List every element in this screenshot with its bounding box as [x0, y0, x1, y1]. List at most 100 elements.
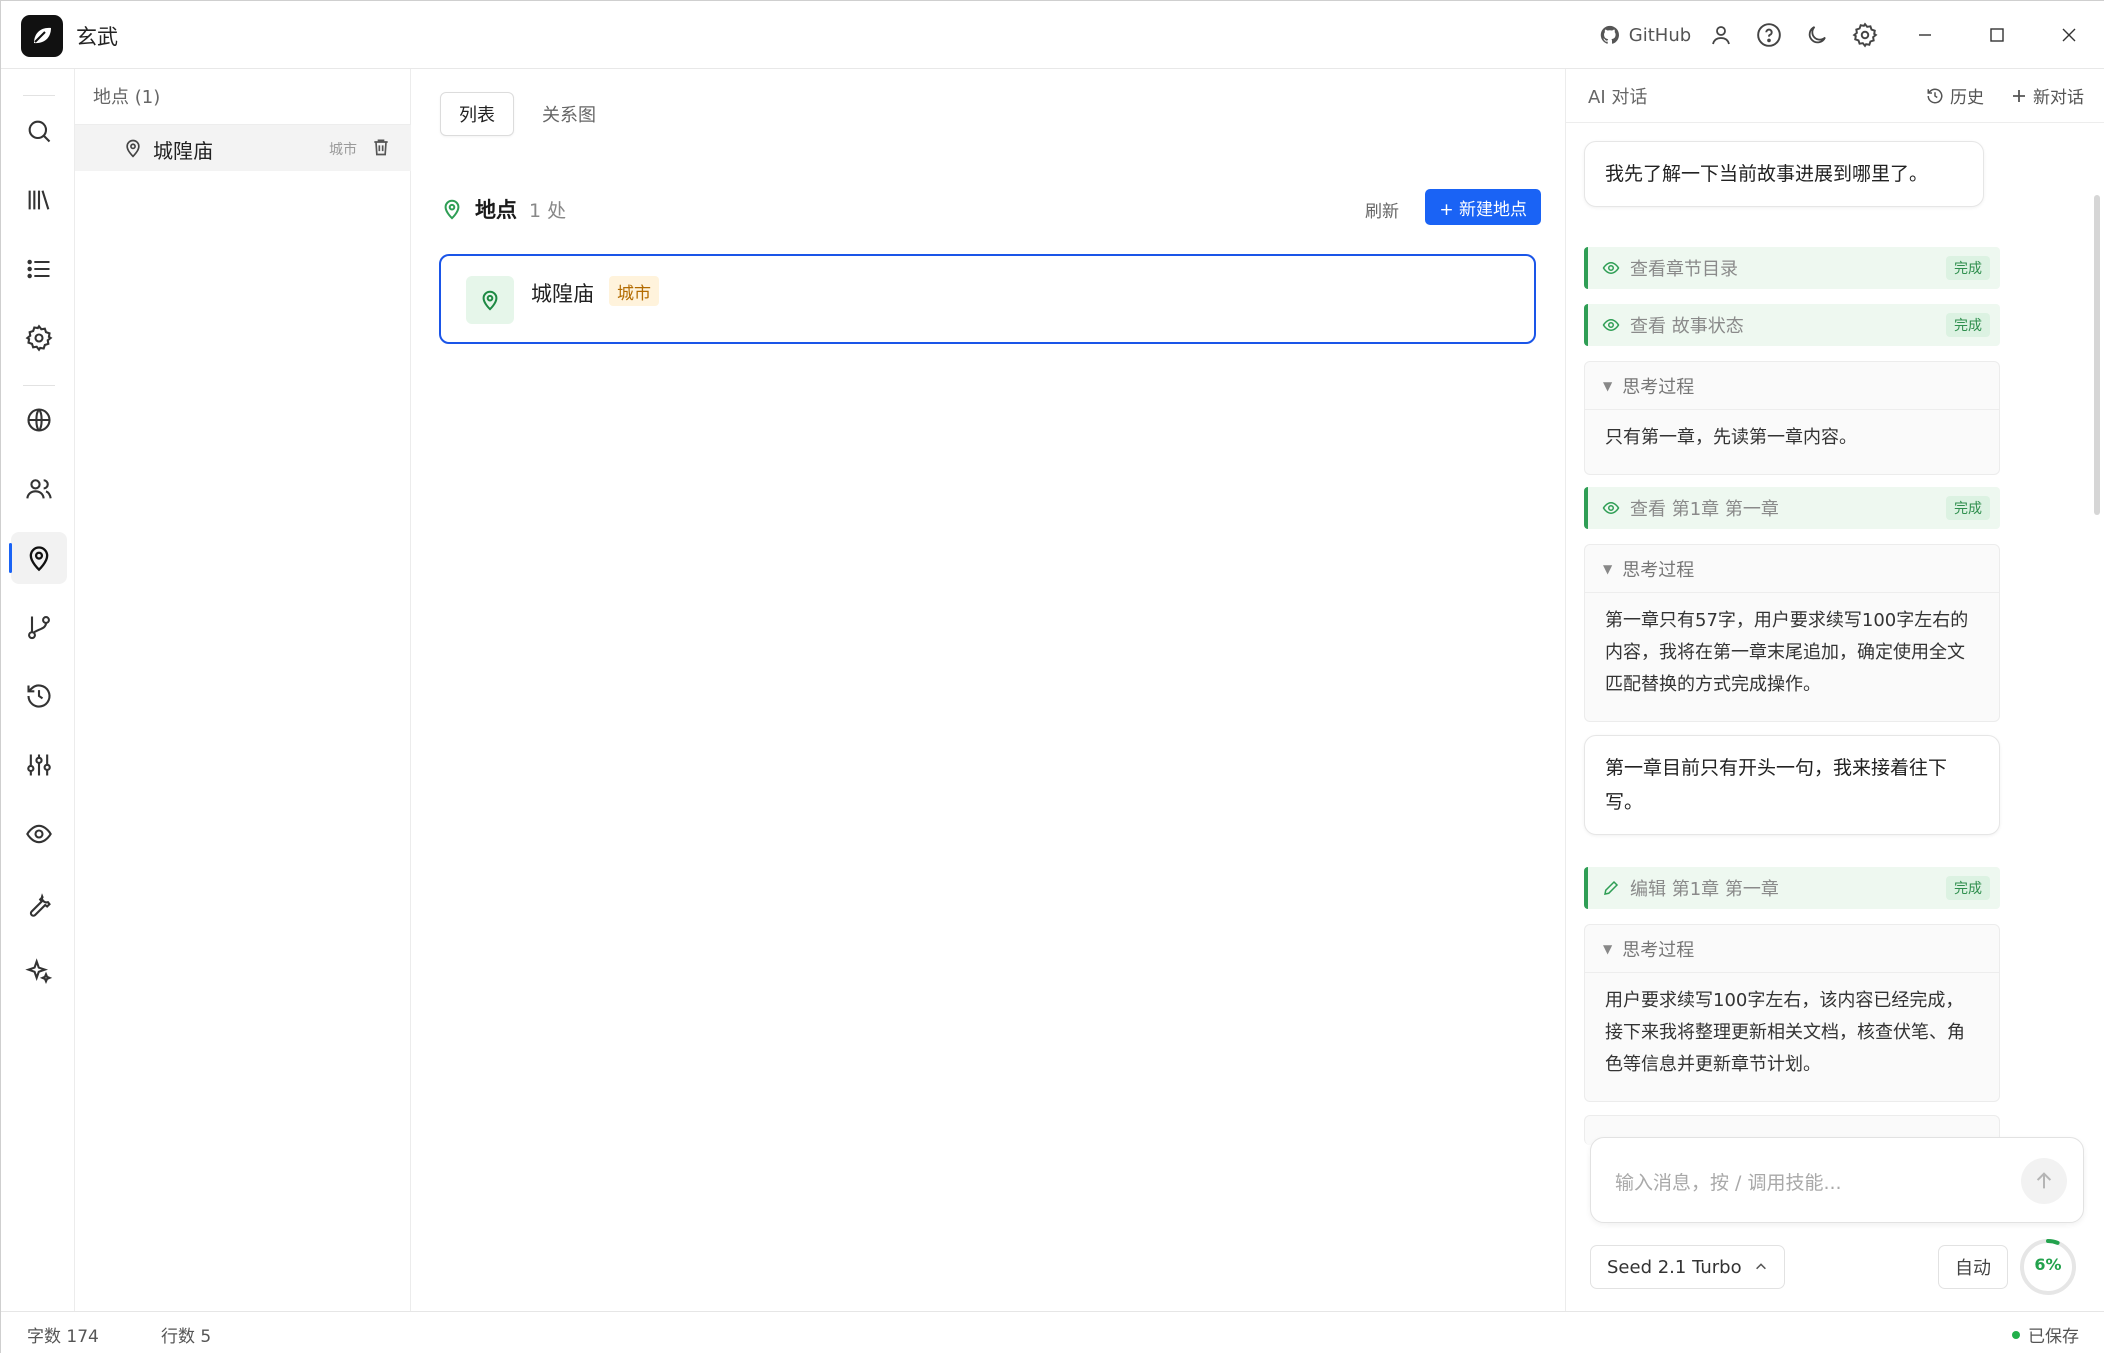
thinking-block: ▼ 思考过程 用户要求续写100字左右，该内容已经完成，接下来我将整理更新相关文档… [1584, 924, 2000, 1102]
thinking-toggle[interactable]: ▼ 思考过程 [1585, 925, 1999, 973]
sidebar-header: 地点 (1) [93, 87, 161, 108]
locations-sidebar: 地点 (1) 城隍庙 城市 [75, 69, 411, 1311]
word-count: 字数 174 [27, 1327, 99, 1347]
maximize-button[interactable] [1961, 1, 2033, 69]
main-content: 列表 关系图 地点 1 处 刷新 + 新建地点 城隍庙 城市 [411, 69, 1565, 1311]
tab-relation-graph[interactable]: 关系图 [524, 92, 614, 136]
status-badge: 完成 [1946, 876, 1990, 900]
title-bar-actions: GitHub [1593, 1, 2104, 69]
sidebar-item-location[interactable]: 城隍庙 城市 [75, 125, 411, 171]
active-indicator [9, 543, 12, 573]
caret-down-icon: ▼ [1603, 561, 1613, 576]
activity-bar [1, 69, 75, 1311]
message-input-placeholder: 输入消息，按 / 调用技能... [1615, 1172, 1842, 1194]
moon-icon [1808, 26, 1826, 44]
send-button[interactable] [2021, 1158, 2067, 1204]
tool-call-label: 编辑 第1章 第一章 [1630, 879, 1779, 900]
library-icon [28, 190, 50, 210]
message-input[interactable]: 输入消息，按 / 调用技能... [1590, 1137, 2084, 1223]
plot-nav[interactable] [11, 601, 67, 653]
sparkles-icon [25, 958, 53, 984]
status-bar: 字数 174 行数 5 已保存 [1, 1311, 2104, 1353]
location-type: 城市 [329, 142, 357, 158]
history-icon [27, 684, 51, 708]
git-branch-icon [28, 616, 50, 640]
thinking-toggle[interactable]: ▼ 思考过程 [1585, 545, 1999, 593]
location-type-tag: 城市 [609, 276, 659, 306]
search-nav[interactable] [11, 105, 67, 157]
tool-call-label: 查看 第1章 第一章 [1630, 499, 1779, 520]
help-button[interactable] [1745, 1, 1793, 69]
auto-mode-button[interactable]: 自动 [1938, 1245, 2008, 1289]
location-card-icon [466, 276, 514, 324]
user-icon [1712, 26, 1730, 45]
map-pin-icon [126, 139, 140, 158]
activity-separator [23, 95, 55, 96]
history-nav[interactable] [11, 670, 67, 722]
thinking-content: 用户要求续写100字左右，该内容已经完成，接下来我将整理更新相关文档，核查伏笔、… [1605, 990, 1965, 1075]
github-label: GitHub [1628, 24, 1692, 46]
close-window-button[interactable] [2033, 1, 2104, 69]
library-nav[interactable] [11, 174, 67, 226]
tool-call-row[interactable]: 查看 第1章 第一章 完成 [1584, 487, 2000, 529]
github-link[interactable]: GitHub [1593, 1, 1697, 69]
tool-call-row[interactable]: 查看章节目录 完成 [1584, 247, 2000, 289]
adjust-nav[interactable] [11, 739, 67, 791]
status-badge: 完成 [1946, 496, 1990, 520]
minimize-icon [1919, 34, 1931, 36]
line-count: 行数 5 [161, 1327, 212, 1347]
ai-skills-nav[interactable] [11, 946, 67, 998]
section-title: 地点 [475, 198, 517, 222]
eye-icon [26, 824, 52, 844]
model-selector[interactable]: Seed 2.1 Turbo [1590, 1245, 1785, 1289]
save-status: 已保存 [2012, 1322, 2079, 1347]
minimize-button[interactable] [1889, 1, 1961, 69]
activity-separator [23, 385, 55, 386]
history-button[interactable]: 历史 [1926, 83, 1984, 108]
new-chat-button[interactable]: 新对话 [2011, 83, 2084, 108]
assistant-message: 我先了解一下当前故事进展到哪里了。 [1584, 141, 1984, 207]
preview-nav[interactable] [11, 808, 67, 860]
pencil-icon [1604, 880, 1619, 895]
chat-messages[interactable]: 我先了解一下当前故事进展到哪里了。 查看章节目录 完成 查看 故事状态 完成 ▼… [1566, 123, 2104, 1181]
title-bar: 玄武 GitHub [1, 1, 2104, 69]
map-pin-icon [482, 290, 498, 311]
gear-icon [25, 324, 53, 352]
refresh-button[interactable]: 刷新 [1365, 197, 1399, 222]
github-icon [1600, 25, 1619, 44]
users-icon [26, 479, 52, 499]
view-tabs: 列表 关系图 [440, 92, 614, 136]
characters-nav[interactable] [11, 463, 67, 515]
tools-nav[interactable] [11, 877, 67, 929]
eye-icon [1602, 501, 1620, 515]
tool-call-row[interactable]: 查看 故事状态 完成 [1584, 304, 2000, 346]
thinking-toggle[interactable]: ▼ 思考过程 [1585, 362, 1999, 410]
location-card[interactable]: 城隍庙 城市 [439, 254, 1536, 344]
config-nav[interactable] [11, 312, 67, 364]
save-status-label: 已保存 [2028, 1327, 2079, 1347]
eye-icon [1602, 261, 1620, 275]
arrow-up-icon [2036, 1172, 2052, 1189]
tab-list[interactable]: 列表 [440, 92, 514, 136]
theme-toggle-button[interactable] [1793, 1, 1841, 69]
tool-call-row[interactable]: 编辑 第1章 第一章 完成 [1584, 867, 2000, 909]
trash-icon[interactable] [371, 137, 391, 157]
thinking-label: 思考过程 [1622, 376, 1695, 398]
saved-dot-icon [2012, 1330, 2020, 1339]
status-badge: 完成 [1946, 313, 1990, 337]
tool-call-label: 查看 故事状态 [1630, 316, 1744, 337]
section-header: 地点 1 处 刷新 + 新建地点 [441, 189, 1541, 229]
settings-button[interactable] [1841, 1, 1889, 69]
context-usage-label: 6% [2034, 1255, 2062, 1274]
chat-scrollbar[interactable] [2094, 195, 2100, 515]
thinking-block: ▼ 思考过程 只有第一章，先读第一章内容。 [1584, 361, 2000, 475]
history-icon [1927, 88, 1943, 103]
ai-panel-header: AI 对话 历史 新对话 [1566, 69, 2104, 123]
wrench-icon [29, 893, 51, 917]
history-label: 历史 [1950, 88, 1984, 108]
outline-nav[interactable] [11, 243, 67, 295]
new-location-button[interactable]: + 新建地点 [1425, 189, 1541, 225]
world-nav[interactable] [11, 394, 67, 446]
locations-nav[interactable] [9, 532, 67, 584]
user-button[interactable] [1697, 1, 1745, 69]
